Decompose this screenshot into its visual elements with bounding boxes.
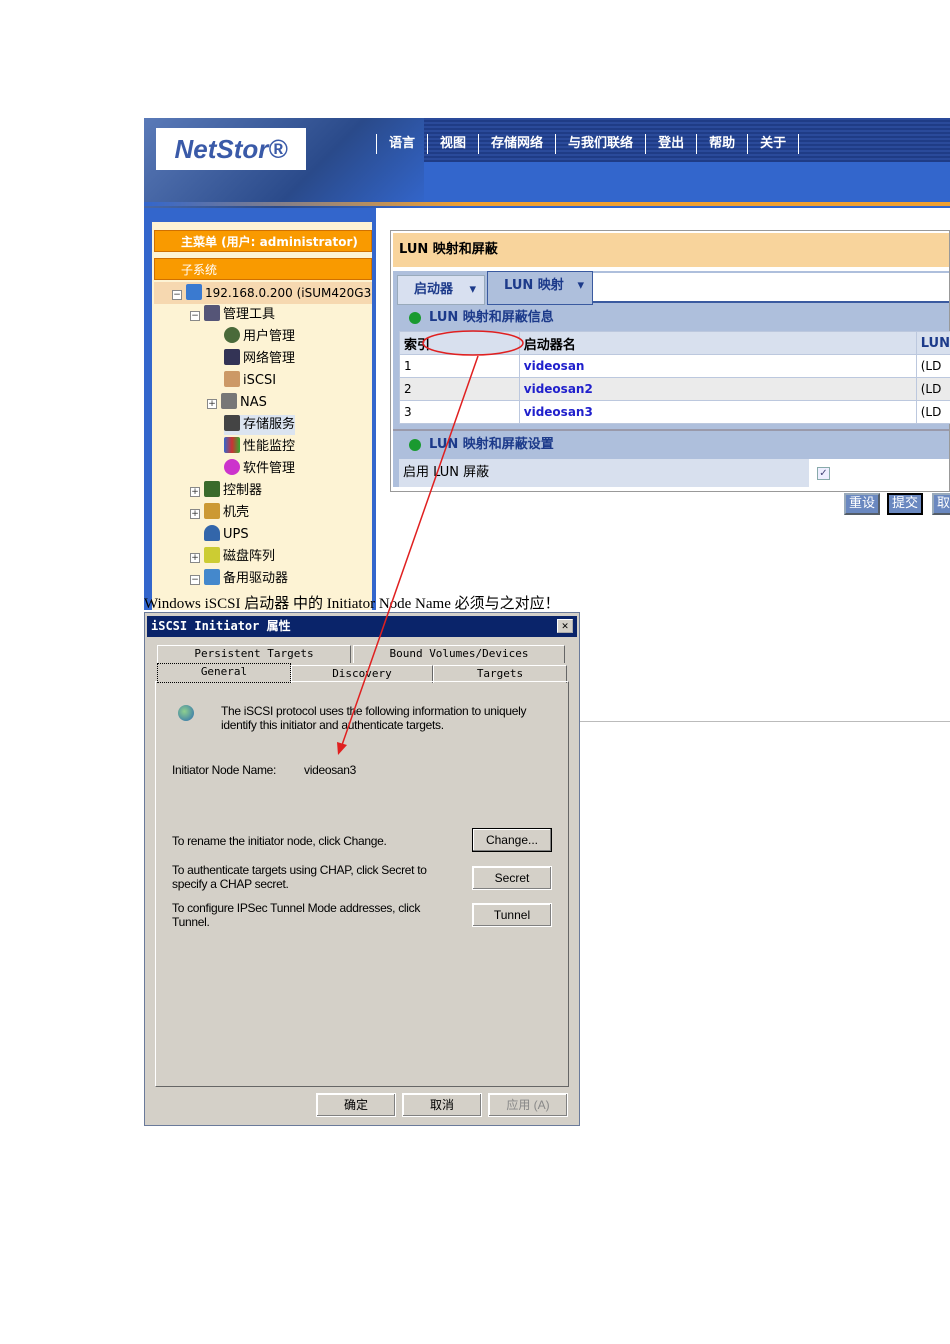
change-button[interactable]: Change... xyxy=(472,828,552,852)
sidebar: 主菜单 (用户: administrator) 子系统 −192.168.0.2… xyxy=(144,208,376,610)
ok-button[interactable]: 确定 xyxy=(316,1093,396,1117)
initiator-link[interactable]: videosan2 xyxy=(518,377,917,401)
settings-section-header[interactable]: LUN 映射和屏蔽设置 xyxy=(393,434,554,456)
table-row: 2 videosan2 (LD xyxy=(399,377,950,401)
col-initiator-name: 启动器名 xyxy=(518,331,917,355)
tree-item-user-mgmt[interactable]: 用户管理 xyxy=(224,327,295,347)
globe-icon xyxy=(178,705,194,721)
tab-general[interactable]: General xyxy=(157,663,291,683)
nav-contact[interactable]: 与我们联络 xyxy=(555,134,645,154)
enable-lun-masking-checkbox[interactable]: ✓ xyxy=(817,467,830,480)
submit-button[interactable]: 提交 xyxy=(887,493,924,515)
tree-item-spare-drives[interactable]: − 备用驱动器 xyxy=(190,569,288,589)
tree-item-storage-services[interactable]: 存储服务 xyxy=(224,415,296,435)
secret-button[interactable]: Secret xyxy=(472,866,552,890)
tree-item-iscsi[interactable]: iSCSI xyxy=(224,371,276,391)
subsystem-bar[interactable]: 子系统 xyxy=(154,258,372,280)
node-name-label: Initiator Node Name: xyxy=(172,763,277,777)
tab-initiator[interactable]: 启动器 ▾ xyxy=(397,275,485,305)
chap-text: To authenticate targets using CHAP, clic… xyxy=(172,863,427,891)
lun-table: 索引 启动器名 LUN 1 videosan (LD 2 videosan2 (LD 3… xyxy=(399,331,950,424)
checkbox-cell: ✓ xyxy=(809,459,949,487)
header-divider xyxy=(144,202,950,206)
apply-button[interactable]: 应用 (A) xyxy=(488,1093,568,1117)
close-icon[interactable]: ✕ xyxy=(557,619,573,633)
initiator-link[interactable]: videosan3 xyxy=(518,400,917,424)
top-nav: 语言 视图 存储网络 与我们联络 登出 帮助 关于 xyxy=(376,134,800,154)
tree-item-admin-tools[interactable]: − 管理工具 xyxy=(190,305,275,325)
col-lun: LUN xyxy=(915,331,950,355)
rename-text: To rename the initiator node, click Chan… xyxy=(172,834,387,848)
tab-bound-volumes[interactable]: Bound Volumes/Devices xyxy=(353,645,565,663)
initiator-link[interactable]: videosan xyxy=(518,354,917,378)
netstor-logo: NetStor® xyxy=(156,128,306,170)
intro-text: The iSCSI protocol uses the following in… xyxy=(221,704,527,732)
tunnel-text: To configure IPSec Tunnel Mode addresses… xyxy=(172,901,421,929)
tree-item-software-mgmt[interactable]: 软件管理 xyxy=(224,459,295,479)
dialog-titlebar: iSCSI Initiator 属性 ✕ xyxy=(147,616,577,637)
tree-item-nas[interactable]: + NAS xyxy=(207,393,267,413)
tree-item-ups[interactable]: UPS xyxy=(204,525,249,545)
tab-lun-mapping[interactable]: LUN 映射 ▾ xyxy=(487,271,593,305)
lun-panel: LUN 映射和屏蔽 启动器 ▾ LUN 映射 ▾ LUN 映射和屏蔽信息 索引 启动… xyxy=(390,230,950,492)
nav-logout[interactable]: 登出 xyxy=(645,134,696,154)
info-section-header[interactable]: LUN 映射和屏蔽信息 xyxy=(393,307,554,329)
nav-storage-network[interactable]: 存储网络 xyxy=(478,134,555,154)
nav-view[interactable]: 视图 xyxy=(427,134,478,154)
tree-item-disk-array[interactable]: + 磁盘阵列 xyxy=(190,547,275,567)
col-index: 索引 xyxy=(399,331,520,355)
app-header: NetStor® 语言 视图 存储网络 与我们联络 登出 帮助 关于 xyxy=(144,118,950,208)
tree-item-controller[interactable]: + 控制器 xyxy=(190,481,262,501)
enable-lun-masking-label: 启用 LUN 屏蔽 xyxy=(399,459,809,487)
dialog-cancel-button[interactable]: 取消 xyxy=(402,1093,482,1117)
table-row: 3 videosan3 (LD xyxy=(399,400,950,424)
main-menu-bar[interactable]: 主菜单 (用户: administrator) xyxy=(154,230,372,252)
section-divider xyxy=(393,429,949,431)
iscsi-initiator-dialog: iSCSI Initiator 属性 ✕ Persistent Targets … xyxy=(144,612,580,1126)
tab-persistent-targets[interactable]: Persistent Targets xyxy=(157,645,351,663)
panel-title: LUN 映射和屏蔽 xyxy=(393,233,949,267)
nav-language[interactable]: 语言 xyxy=(376,134,427,154)
tree-item-performance[interactable]: 性能监控 xyxy=(224,437,295,457)
document-caption: Windows iSCSI 启动器 中的 Initiator Node Name… xyxy=(144,596,560,612)
table-header: 索引 启动器名 LUN xyxy=(399,331,950,355)
node-name-value: videosan3 xyxy=(304,763,357,777)
dialog-title: iSCSI Initiator 属性 xyxy=(151,619,291,633)
nav-help[interactable]: 帮助 xyxy=(696,134,747,154)
tab-strip xyxy=(593,273,949,303)
tree-item-enclosure[interactable]: + 机壳 xyxy=(190,503,249,523)
dropdown-arrow-icon: ▾ xyxy=(469,282,476,297)
reset-button[interactable]: 重设 xyxy=(844,493,881,515)
table-row: 1 videosan (LD xyxy=(399,354,950,378)
nav-about[interactable]: 关于 xyxy=(747,134,800,154)
tree-item-network-mgmt[interactable]: 网络管理 xyxy=(224,349,295,369)
tree-item-host[interactable]: −192.168.0.200 (iSUM420G3 xyxy=(172,283,371,303)
dropdown-arrow-icon: ▾ xyxy=(577,278,584,293)
tab-area: 启动器 ▾ LUN 映射 ▾ LUN 映射和屏蔽信息 索引 启动器名 LUN 1 vi… xyxy=(393,271,950,487)
cancel-button[interactable]: 取 xyxy=(932,493,950,515)
tunnel-button[interactable]: Tunnel xyxy=(472,903,552,927)
